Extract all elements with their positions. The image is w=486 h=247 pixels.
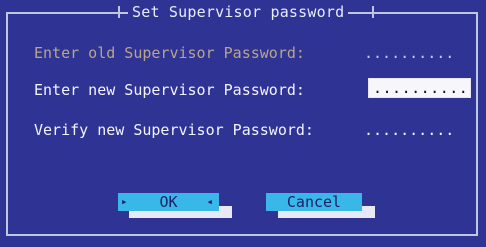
bios-screen: Set Supervisor password Enter old Superv…: [0, 0, 486, 247]
ok-button[interactable]: ▸ OK ◂: [118, 193, 219, 211]
cancel-button[interactable]: Cancel: [266, 193, 362, 211]
new-password-value: ..........: [373, 79, 469, 97]
new-password-field[interactable]: ..........: [368, 78, 471, 98]
focus-arrow-left-icon: ◂: [206, 195, 213, 208]
new-password-label: Enter new Supervisor Password:: [34, 81, 305, 99]
dialog-title: Set Supervisor password: [128, 2, 349, 22]
old-password-field[interactable]: ..........: [364, 43, 454, 63]
frame-title-notch-right: [366, 6, 374, 18]
ok-button-label: OK: [159, 193, 178, 211]
frame-title-notch-left: [118, 6, 126, 18]
old-password-label: Enter old Supervisor Password:: [34, 44, 305, 62]
cancel-button-label: Cancel: [286, 193, 342, 211]
verify-password-label: Verify new Supervisor Password:: [34, 121, 314, 139]
focus-arrow-right-icon: ▸: [121, 195, 128, 208]
verify-password-field[interactable]: ..........: [364, 120, 454, 140]
